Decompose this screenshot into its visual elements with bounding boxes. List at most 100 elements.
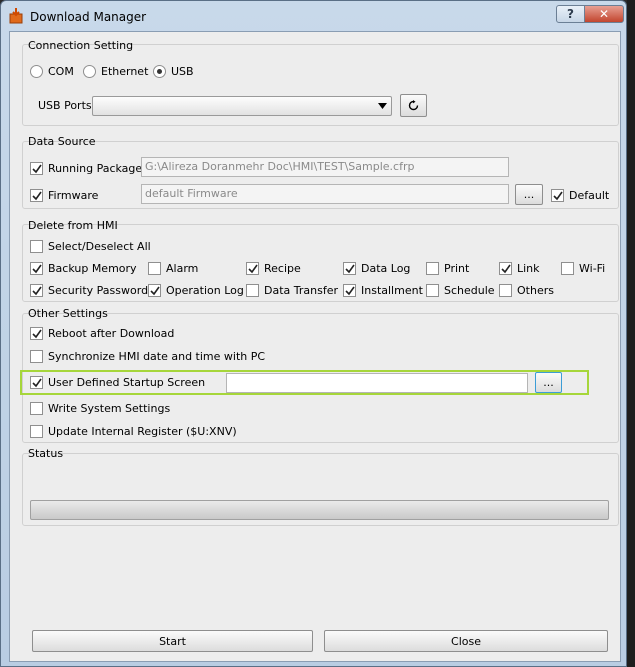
startup-screen-check[interactable] xyxy=(30,376,43,389)
running-package-check[interactable] xyxy=(30,162,43,175)
delete-data-log-label: Data Log xyxy=(361,262,411,275)
delete-wifi-checkbox[interactable]: Wi-Fi xyxy=(561,262,605,275)
delete-others-checkbox[interactable]: Others xyxy=(499,284,554,297)
delete-data-transfer-label: Data Transfer xyxy=(264,284,338,297)
checkmark-icon xyxy=(344,264,355,273)
download-manager-window: Download Manager ? ✕ Connection Setting … xyxy=(0,0,627,667)
delete-operation-log-checkbox[interactable]: Operation Log xyxy=(148,284,244,297)
radio-usb-circle[interactable] xyxy=(153,65,166,78)
delete-recipe-checkbox[interactable]: Recipe xyxy=(246,262,301,275)
delete-operation-log-check[interactable] xyxy=(148,284,161,297)
app-icon xyxy=(9,8,23,24)
running-package-checkbox[interactable]: Running Package xyxy=(30,162,142,175)
delete-backup-memory-checkbox[interactable]: Backup Memory xyxy=(30,262,137,275)
delete-print-check[interactable] xyxy=(426,262,439,275)
delete-wifi-label: Wi-Fi xyxy=(579,262,606,275)
radio-com-label: COM xyxy=(48,65,74,78)
delete-print-checkbox[interactable]: Print xyxy=(426,262,469,275)
checkmark-icon xyxy=(149,286,160,295)
update-register-label: Update Internal Register ($U:XNV) xyxy=(48,425,237,438)
delete-security-password-check[interactable] xyxy=(30,284,43,297)
sync-time-label: Synchronize HMI date and time with PC xyxy=(48,350,266,363)
delete-schedule-check[interactable] xyxy=(426,284,439,297)
title-bar[interactable]: Download Manager ? ✕ xyxy=(1,1,626,31)
delete-link-label: Link xyxy=(517,262,540,275)
update-register-checkbox[interactable]: Update Internal Register ($U:XNV) xyxy=(30,425,237,438)
select-all-check[interactable] xyxy=(30,240,43,253)
usb-ports-dropdown[interactable] xyxy=(92,96,392,116)
connection-setting-title: Connection Setting xyxy=(28,39,134,52)
radio-com[interactable]: COM xyxy=(30,65,74,78)
delete-schedule-checkbox[interactable]: Schedule xyxy=(426,284,495,297)
delete-installment-checkbox[interactable]: Installment xyxy=(343,284,423,297)
checkmark-icon xyxy=(500,264,511,273)
startup-screen-checkbox[interactable]: User Defined Startup Screen xyxy=(30,376,205,389)
default-checkbox[interactable]: Default xyxy=(551,189,609,202)
checkmark-icon xyxy=(552,191,563,200)
firmware-field[interactable]: default Firmware xyxy=(141,184,509,204)
startup-screen-label: User Defined Startup Screen xyxy=(48,376,206,389)
delete-data-log-check[interactable] xyxy=(343,262,356,275)
other-settings-title: Other Settings xyxy=(28,307,108,320)
window-close-button[interactable]: ✕ xyxy=(584,5,624,23)
download-progress-bar xyxy=(30,500,609,520)
help-icon: ? xyxy=(567,7,574,21)
startup-screen-browse-button[interactable]: ... xyxy=(535,372,562,393)
start-button[interactable]: Start xyxy=(32,630,313,652)
delete-others-check[interactable] xyxy=(499,284,512,297)
running-package-label: Running Package xyxy=(48,162,143,175)
firmware-browse-button[interactable]: ... xyxy=(515,184,543,205)
delete-from-hmi-title: Delete from HMI xyxy=(28,219,118,232)
delete-backup-memory-check[interactable] xyxy=(30,262,43,275)
reboot-check[interactable] xyxy=(30,327,43,340)
delete-link-check[interactable] xyxy=(499,262,512,275)
write-system-check[interactable] xyxy=(30,402,43,415)
help-button[interactable]: ? xyxy=(556,5,585,23)
checkmark-icon xyxy=(31,378,42,387)
delete-data-transfer-check[interactable] xyxy=(246,284,259,297)
close-button[interactable]: Close xyxy=(324,630,608,652)
status-title: Status xyxy=(28,447,64,460)
checkmark-icon xyxy=(31,286,42,295)
checkmark-icon xyxy=(31,191,42,200)
radio-usb[interactable]: USB xyxy=(153,65,194,78)
refresh-ports-button[interactable] xyxy=(400,94,427,117)
delete-print-label: Print xyxy=(444,262,470,275)
usb-ports-label: USB Ports xyxy=(38,99,92,112)
firmware-checkbox[interactable]: Firmware xyxy=(30,189,98,202)
sync-time-checkbox[interactable]: Synchronize HMI date and time with PC xyxy=(30,350,265,363)
sync-time-check[interactable] xyxy=(30,350,43,363)
radio-com-circle[interactable] xyxy=(30,65,43,78)
checkmark-icon xyxy=(31,164,42,173)
delete-operation-log-label: Operation Log xyxy=(166,284,244,297)
radio-ethernet-circle[interactable] xyxy=(83,65,96,78)
delete-installment-check[interactable] xyxy=(343,284,356,297)
delete-data-transfer-checkbox[interactable]: Data Transfer xyxy=(246,284,338,297)
firmware-check[interactable] xyxy=(30,189,43,202)
running-package-path-field[interactable]: G:\Alireza Doranmehr Doc\HMI\TEST\Sample… xyxy=(141,157,509,177)
delete-security-password-label: Security Password xyxy=(48,284,149,297)
write-system-label: Write System Settings xyxy=(48,402,171,415)
delete-alarm-check[interactable] xyxy=(148,262,161,275)
update-register-check[interactable] xyxy=(30,425,43,438)
data-source-title: Data Source xyxy=(28,135,96,148)
refresh-icon xyxy=(408,100,419,111)
client-area: Connection Setting COM Ethernet USB USB … xyxy=(9,31,621,662)
delete-link-checkbox[interactable]: Link xyxy=(499,262,540,275)
radio-selected-dot xyxy=(157,69,162,74)
delete-installment-label: Installment xyxy=(361,284,423,297)
delete-recipe-check[interactable] xyxy=(246,262,259,275)
delete-alarm-checkbox[interactable]: Alarm xyxy=(148,262,198,275)
write-system-checkbox[interactable]: Write System Settings xyxy=(30,402,170,415)
delete-wifi-check[interactable] xyxy=(561,262,574,275)
reboot-checkbox[interactable]: Reboot after Download xyxy=(30,327,174,340)
select-all-checkbox[interactable]: Select/Deselect All xyxy=(30,240,151,253)
delete-data-log-checkbox[interactable]: Data Log xyxy=(343,262,410,275)
delete-security-password-checkbox[interactable]: Security Password xyxy=(30,284,148,297)
firmware-label: Firmware xyxy=(48,189,99,202)
default-check[interactable] xyxy=(551,189,564,202)
delete-others-label: Others xyxy=(517,284,554,297)
startup-screen-field[interactable] xyxy=(226,373,528,393)
close-icon: ✕ xyxy=(598,7,610,21)
radio-ethernet[interactable]: Ethernet xyxy=(83,65,148,78)
